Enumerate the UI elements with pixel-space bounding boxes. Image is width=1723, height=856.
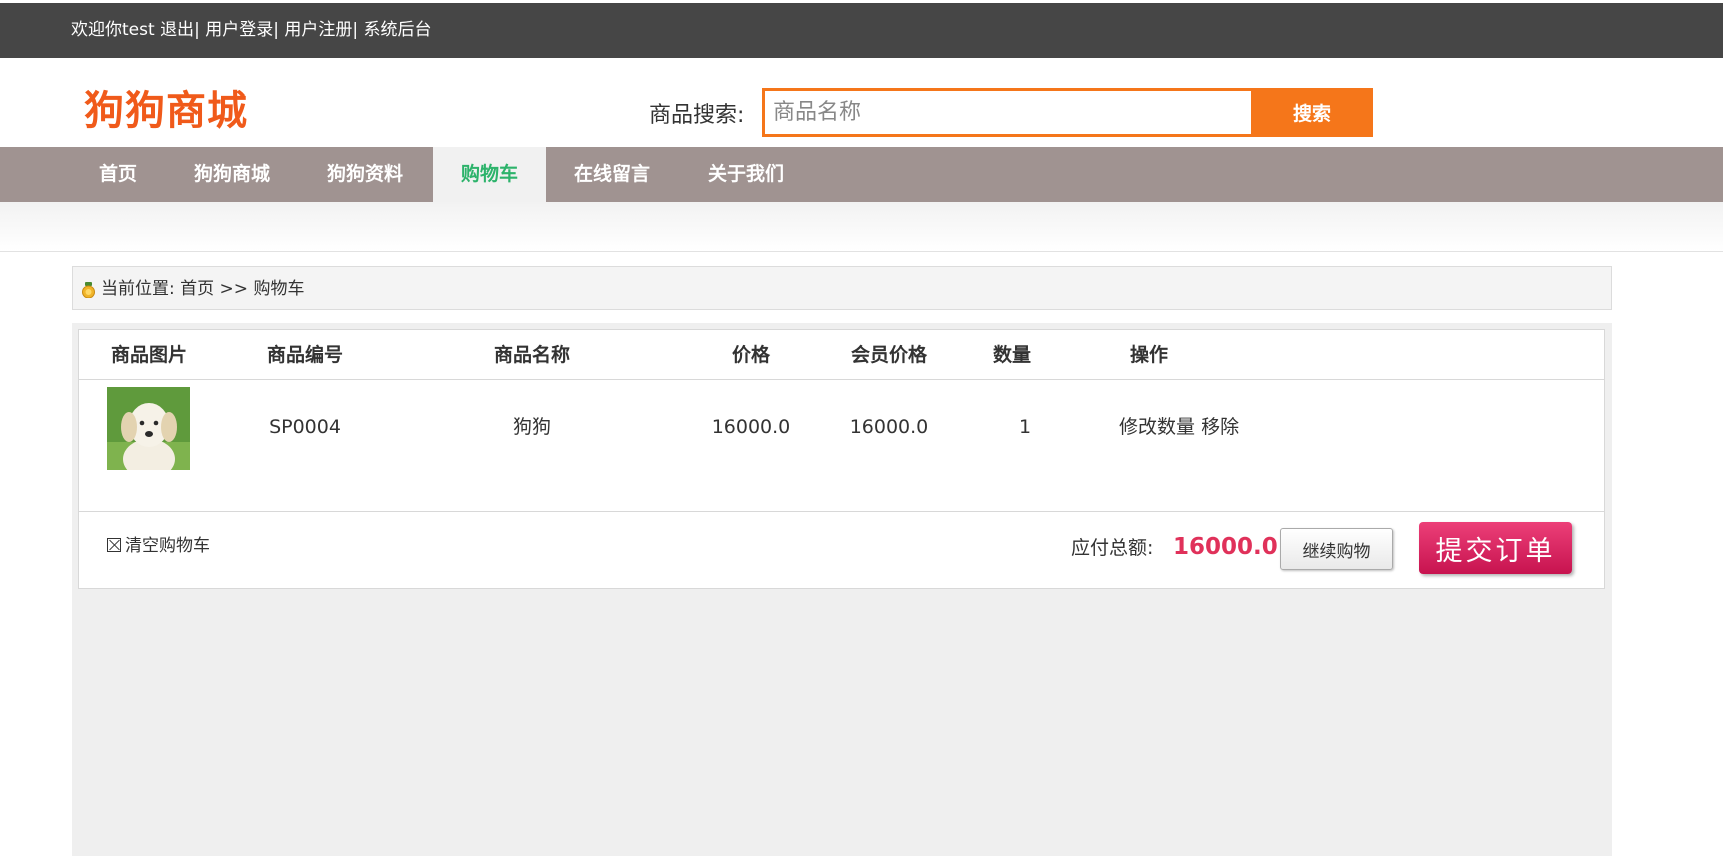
top-bar: 欢迎你test 退出| 用户登录| 用户注册| 系统后台 xyxy=(0,3,1723,58)
col-name: 商品名称 xyxy=(493,344,570,366)
col-quantity: 数量 xyxy=(992,344,1031,366)
col-price: 价格 xyxy=(731,344,770,366)
breadcrumb-current: 购物车 xyxy=(253,279,305,299)
clear-icon xyxy=(107,538,121,552)
continue-shopping-button[interactable]: 继续购物 xyxy=(1280,528,1393,570)
col-member-price: 会员价格 xyxy=(850,344,927,366)
admin-link[interactable]: 系统后台 xyxy=(363,20,431,40)
product-image[interactable] xyxy=(107,387,190,470)
top-links: 欢迎你test 退出| 用户登录| 用户注册| 系统后台 xyxy=(71,20,432,40)
total-value: 16000.0 xyxy=(1173,534,1278,560)
table-header: 商品图片 商品编号 商品名称 价格 会员价格 数量 操作 xyxy=(79,330,1604,380)
content-panel: 商品图片 商品编号 商品名称 价格 会员价格 数量 操作 SP0004 狗狗 1… xyxy=(72,323,1612,856)
nav-item-dog-mall[interactable]: 狗狗商城 xyxy=(180,147,284,202)
search-label: 商品搜索: xyxy=(649,103,745,128)
clear-cart-link[interactable]: 清空购物车 xyxy=(107,513,210,579)
remove-link[interactable]: 移除 xyxy=(1201,416,1239,438)
breadcrumb-label: 当前位置: xyxy=(101,279,175,299)
col-code: 商品编号 xyxy=(266,344,343,366)
nav-item-home[interactable]: 首页 xyxy=(81,147,155,202)
search-button[interactable]: 搜索 xyxy=(1251,88,1373,137)
product-price: 16000.0 xyxy=(711,416,791,438)
breadcrumb-home[interactable]: 首页 xyxy=(180,279,214,299)
location-icon xyxy=(82,282,95,298)
header-strip xyxy=(0,202,1723,252)
table-row: SP0004 狗狗 16000.0 16000.0 1 修改数量 移除 xyxy=(79,380,1604,512)
welcome-text: 欢迎你test xyxy=(71,20,155,40)
search-input[interactable] xyxy=(765,91,1249,134)
search-box: 搜索 xyxy=(762,88,1373,137)
product-code: SP0004 xyxy=(269,416,341,438)
nav-item-message[interactable]: 在线留言 xyxy=(560,147,664,202)
nav-item-about[interactable]: 关于我们 xyxy=(694,147,798,202)
product-member-price: 16000.0 xyxy=(849,416,929,438)
submit-order-button[interactable]: 提交订单 xyxy=(1419,522,1572,574)
col-action: 操作 xyxy=(1129,344,1168,366)
breadcrumb: 当前位置: 首页 >> 购物车 xyxy=(72,266,1612,310)
puppy-photo-icon xyxy=(107,387,190,470)
cart-table: 商品图片 商品编号 商品名称 价格 会员价格 数量 操作 SP0004 狗狗 1… xyxy=(78,329,1605,589)
nav-item-cart[interactable]: 购物车 xyxy=(433,147,546,202)
logout-link[interactable]: 退出 xyxy=(160,20,194,40)
login-link[interactable]: 用户登录 xyxy=(205,20,273,40)
clear-cart-label: 清空购物车 xyxy=(125,536,210,556)
product-quantity: 1 xyxy=(1018,416,1032,438)
site-logo[interactable]: 狗狗商城 xyxy=(84,78,248,136)
breadcrumb-separator: >> xyxy=(219,279,249,299)
main-nav: 首页 狗狗商城 狗狗资料 购物车 在线留言 关于我们 xyxy=(0,147,1723,202)
edit-quantity-link[interactable]: 修改数量 xyxy=(1119,416,1195,438)
nav-item-dog-info[interactable]: 狗狗资料 xyxy=(313,147,417,202)
cart-footer: 清空购物车 应付总额: 16000.0 继续购物 提交订单 xyxy=(79,513,1604,589)
row-actions: 修改数量 移除 xyxy=(1119,380,1259,474)
total-label: 应付总额: xyxy=(1071,537,1154,559)
register-link[interactable]: 用户注册 xyxy=(284,20,352,40)
col-image: 商品图片 xyxy=(110,344,187,366)
product-name: 狗狗 xyxy=(512,416,551,438)
breadcrumb-text: 当前位置: 首页 >> 购物车 xyxy=(101,267,304,311)
